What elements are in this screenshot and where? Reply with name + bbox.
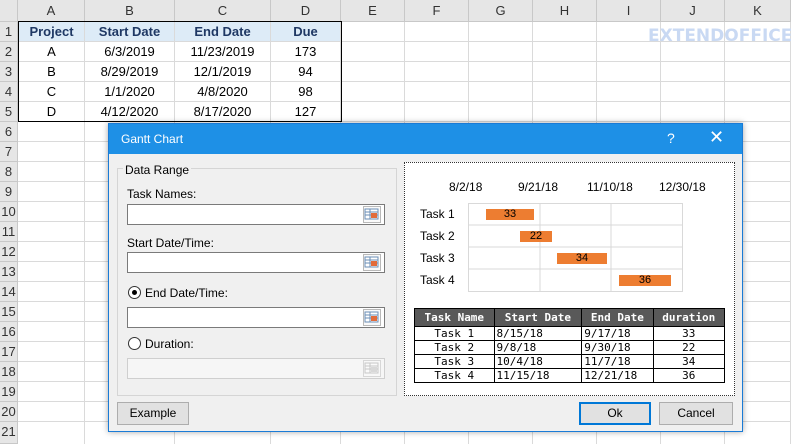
gantt-chart-dialog: Gantt Chart ? ✕ Data Range Task Names: S… [108,123,743,432]
task-label: Task 3 [420,251,455,265]
preview-cell: Task 1 [414,326,495,341]
preview-cell: 36 [652,368,726,383]
preview-header-cell: duration [652,308,726,327]
preview-header-cell: Start Date [493,308,583,327]
help-icon[interactable]: ? [667,130,675,146]
row-header[interactable]: 9 [0,182,18,202]
gantt-bar: 34 [557,253,607,264]
column-header-j[interactable]: J [661,0,725,22]
preview-cell: 11/15/18 [493,368,583,383]
row-header[interactable]: 18 [0,362,18,382]
column-header-b[interactable]: B [85,0,175,22]
row-header[interactable]: 8 [0,162,18,182]
cancel-button[interactable]: Cancel [659,402,733,425]
table-border [18,21,342,122]
start-date-input[interactable] [127,252,385,273]
task-names-input[interactable] [127,204,385,225]
duration-radio[interactable] [128,337,141,350]
column-header-a[interactable]: A [18,0,85,22]
preview-cell: Task 4 [414,368,495,383]
end-date-label: End Date/Time: [145,286,228,300]
row-header[interactable]: 7 [0,142,18,162]
preview-cell: 9/17/18 [581,326,654,341]
row-header[interactable]: 21 [0,422,18,444]
row-header[interactable]: 3 [0,62,18,82]
row-header[interactable]: 1 [0,22,18,42]
column-header-g[interactable]: G [469,0,533,22]
gantt-bar: 22 [520,231,552,242]
start-date-label: Start Date/Time: [127,236,214,250]
axis-date-label: 12/30/18 [659,180,706,194]
end-date-radio[interactable] [128,286,141,299]
data-range-label: Data Range [123,163,192,177]
example-button[interactable]: Example [117,402,189,425]
dialog-title: Gantt Chart [121,132,184,146]
column-header-h[interactable]: H [533,0,597,22]
preview-header-cell: End Date [581,308,654,327]
axis-date-label: 8/2/18 [449,180,483,194]
preview-cell: 33 [652,326,726,341]
preview-cell: 34 [652,354,726,369]
row-header[interactable]: 5 [0,102,18,122]
row-header[interactable]: 14 [0,282,18,302]
preview-cell: 10/4/18 [493,354,583,369]
row-header[interactable]: 2 [0,42,18,62]
duration-label: Duration: [145,337,194,351]
preview-cell: 9/30/18 [581,340,654,355]
preview-cell: 8/15/18 [493,326,583,341]
task-names-label: Task Names: [127,187,197,201]
task-label: Task 2 [420,229,455,243]
column-header-k[interactable]: K [725,0,791,22]
close-icon[interactable]: ✕ [709,127,724,148]
column-header-i[interactable]: I [597,0,661,22]
column-header-e[interactable]: E [341,0,405,22]
row-header[interactable]: 20 [0,402,18,422]
task-label: Task 1 [420,207,455,221]
row-header[interactable]: 6 [0,122,18,142]
range-select-icon[interactable] [363,254,381,271]
axis-date-label: 11/10/18 [587,180,633,194]
end-date-input[interactable] [127,307,385,328]
preview-cell: 11/7/18 [581,354,654,369]
preview-cell: 22 [652,340,726,355]
row-header[interactable]: 10 [0,202,18,222]
range-select-icon[interactable] [363,309,381,326]
extendoffice-watermark: EXTENDOFFICE [648,26,791,46]
row-header[interactable]: 16 [0,322,18,342]
row-header[interactable]: 13 [0,262,18,282]
preview-cell: 12/21/18 [581,368,654,383]
select-all-corner[interactable] [0,0,18,22]
preview-cell: Task 2 [414,340,495,355]
preview-table: Task Name Start Date End Date duration T… [414,308,726,383]
task-label: Task 4 [420,273,455,287]
range-select-icon[interactable] [363,206,381,223]
preview-cell: 9/8/18 [493,340,583,355]
dialog-titlebar[interactable]: Gantt Chart ? ✕ [109,124,742,154]
range-select-icon[interactable] [363,360,381,377]
column-header-d[interactable]: D [271,0,341,22]
row-header[interactable]: 15 [0,302,18,322]
row-header[interactable]: 11 [0,222,18,242]
row-header[interactable]: 4 [0,82,18,102]
ok-button[interactable]: Ok [579,402,651,425]
gantt-bar: 33 [486,209,534,220]
row-header[interactable]: 12 [0,242,18,262]
row-header[interactable]: 19 [0,382,18,402]
preview-cell: Task 3 [414,354,495,369]
column-header-f[interactable]: F [405,0,469,22]
column-header-c[interactable]: C [175,0,271,22]
duration-input[interactable] [127,358,385,379]
gantt-preview: 8/2/18 9/21/18 11/10/18 12/30/18 Task 1 … [404,162,735,396]
row-header[interactable]: 17 [0,342,18,362]
gantt-bar: 36 [619,275,671,286]
preview-header-cell: Task Name [414,308,495,327]
axis-date-label: 9/21/18 [518,180,559,194]
